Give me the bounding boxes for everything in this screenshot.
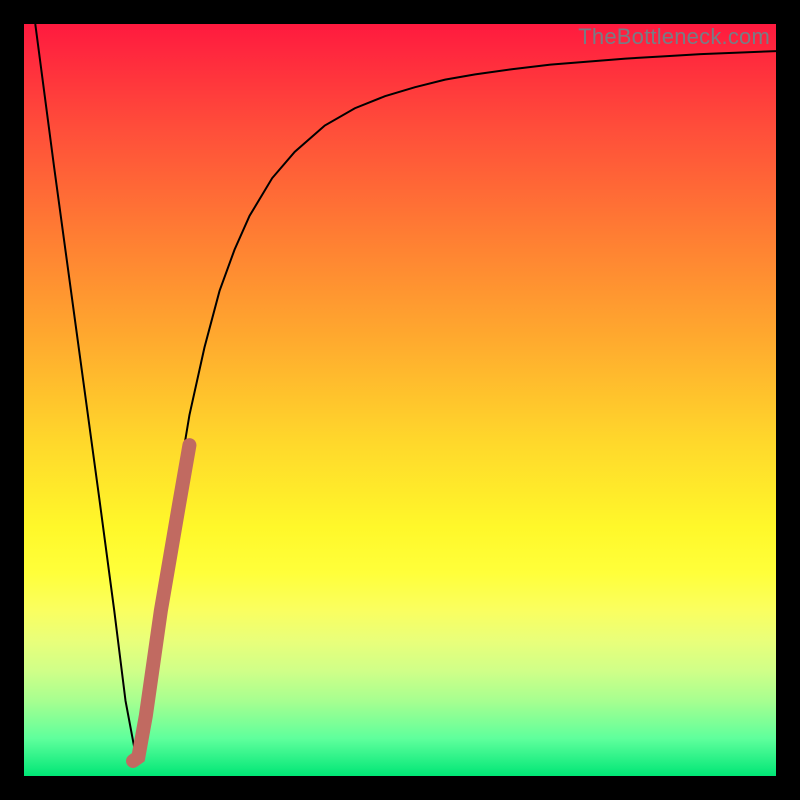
series-main-curve [35,24,776,761]
chart-frame: TheBottleneck.com [0,0,800,800]
plot-area: TheBottleneck.com [24,24,776,776]
series-highlight-segment [133,445,189,761]
curve-layer [24,24,776,776]
